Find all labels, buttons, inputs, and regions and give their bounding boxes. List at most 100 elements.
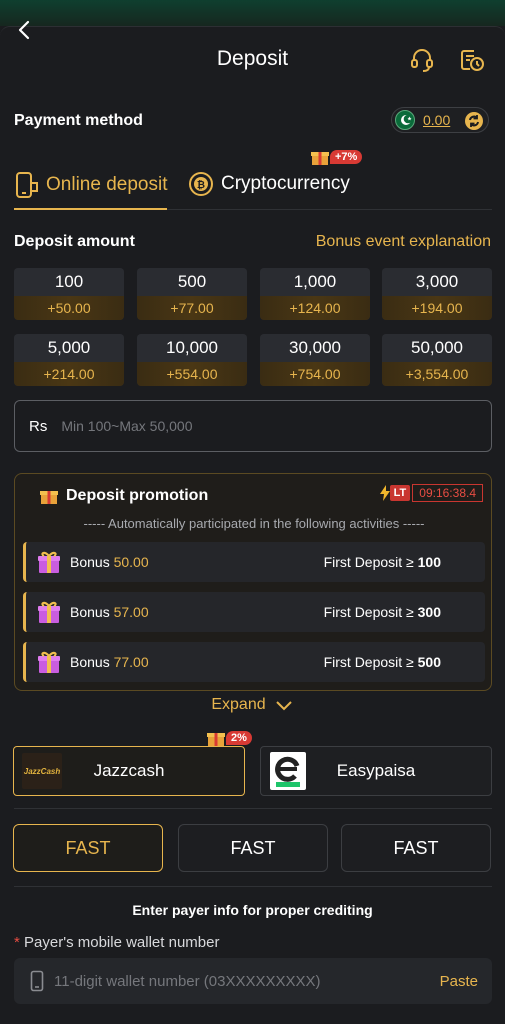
required-mark: * [14, 934, 20, 951]
svg-text:₿: ₿ [197, 179, 205, 191]
amount-option[interactable]: 500 +77.00 [137, 268, 247, 320]
divider [14, 886, 492, 887]
amount-bonus: +124.00 [260, 296, 370, 320]
condition-text: First Deposit ≥ [323, 604, 414, 620]
amount-value: 50,000 [382, 334, 492, 362]
payer-info-note: Enter payer info for proper crediting [132, 902, 373, 918]
bonus-value: 77.00 [113, 654, 149, 670]
bonus-value: 57.00 [113, 604, 149, 620]
amount-option[interactable]: 3,000 +194.00 [382, 268, 492, 320]
phone-icon [30, 970, 44, 992]
condition-text: First Deposit ≥ [323, 554, 414, 570]
jazzcash-bonus-percent: 2% [226, 731, 252, 745]
fast-option-2[interactable]: FAST [178, 824, 328, 872]
gift-icon [311, 152, 329, 165]
amount-option[interactable]: 100 +50.00 [14, 268, 124, 320]
wallet-number-label-text: Payer's mobile wallet number [24, 934, 220, 951]
amount-value: 30,000 [260, 334, 370, 362]
amount-value: 3,000 [382, 268, 492, 296]
bonus-label: Bonus [70, 654, 110, 670]
gift-icon [207, 733, 225, 746]
gift-box-icon [38, 601, 60, 623]
channel-name: Jazzcash [93, 761, 165, 780]
condition-threshold: 100 [417, 554, 441, 570]
pakistan-flag-icon [395, 110, 415, 130]
wallet-number-label: * Payer's mobile wallet number [14, 934, 219, 951]
gift-icon [40, 491, 58, 504]
amount-bonus: +554.00 [137, 362, 247, 386]
deposit-tabs: Online deposit ₿ Cryptocurrency [14, 160, 492, 210]
channel-jazzcash[interactable]: JazzCash Jazzcash [13, 746, 245, 796]
promotion-title-text: Deposit promotion [66, 487, 209, 504]
auto-participate-note: ----- Automatically participated in the … [83, 516, 425, 531]
amount-value: 500 [137, 268, 247, 296]
condition-threshold: 300 [417, 604, 441, 620]
fast-option-1[interactable]: FAST [13, 824, 163, 872]
gift-box-icon [38, 651, 60, 673]
amount-bonus: +3,554.00 [382, 362, 492, 386]
fast-option-3[interactable]: FAST [341, 824, 491, 872]
promotion-row: Bonus 57.00 First Deposit ≥ 300 [23, 592, 485, 632]
amount-bonus: +754.00 [260, 362, 370, 386]
wallet-number-field[interactable]: Paste [14, 958, 492, 1004]
bitcoin-icon: ₿ [189, 172, 213, 196]
amount-input[interactable] [61, 418, 442, 434]
refresh-icon[interactable] [464, 111, 484, 131]
phone-icon [16, 172, 38, 198]
amount-option[interactable]: 10,000 +554.00 [137, 334, 247, 386]
deposit-promotion-panel: Deposit promotion LT 09:16:38.4 ----- Au… [14, 473, 492, 691]
amount-option[interactable]: 50,000 +3,554.00 [382, 334, 492, 386]
crypto-bonus-badge: +7% [310, 148, 363, 166]
promotion-condition: First Deposit ≥ 100 [324, 554, 441, 570]
jazzcash-bonus-badge: 2% [206, 728, 252, 748]
tab-online-deposit-label: Online deposit [46, 174, 168, 195]
amount-field[interactable]: Rs [14, 400, 492, 452]
amount-value: 100 [14, 268, 124, 296]
tab-cryptocurrency[interactable]: ₿ Cryptocurrency [188, 168, 350, 208]
gift-box-icon [38, 551, 60, 573]
headset-icon [411, 49, 433, 72]
history-button[interactable] [458, 46, 486, 74]
back-button[interactable] [14, 20, 34, 40]
amount-bonus: +214.00 [14, 362, 124, 386]
amount-value: 1,000 [260, 268, 370, 296]
bonus-event-link[interactable]: Bonus event explanation [316, 233, 491, 251]
amount-value: 10,000 [137, 334, 247, 362]
lt-badge: LT [389, 485, 411, 501]
channel-easypaisa[interactable]: Easypaisa [260, 746, 492, 796]
deposit-amount-label: Deposit amount [14, 233, 135, 250]
condition-threshold: 500 [417, 654, 441, 670]
promotion-timer: LT 09:16:38.4 [379, 484, 483, 502]
expand-button[interactable]: Expand [0, 696, 505, 714]
amount-option[interactable]: 5,000 +214.00 [14, 334, 124, 386]
bonus-label: Bonus [70, 604, 110, 620]
amount-bonus: +77.00 [137, 296, 247, 320]
top-strip [0, 0, 505, 26]
promotion-condition: First Deposit ≥ 500 [324, 654, 441, 670]
balance-pill[interactable]: 0.00 [391, 107, 489, 133]
expand-label: Expand [211, 696, 266, 713]
promotion-row: Bonus 50.00 First Deposit ≥ 100 [23, 542, 485, 582]
tab-online-deposit[interactable]: Online deposit [14, 168, 168, 210]
amount-option[interactable]: 30,000 +754.00 [260, 334, 370, 386]
balance-value: 0.00 [423, 112, 451, 128]
promotion-condition: First Deposit ≥ 300 [324, 604, 441, 620]
paste-button[interactable]: Paste [440, 973, 478, 990]
crypto-bonus-percent: +7% [330, 150, 363, 164]
promotion-row: Bonus 77.00 First Deposit ≥ 500 [23, 642, 485, 682]
wallet-number-input[interactable] [54, 972, 414, 990]
support-button[interactable] [408, 46, 436, 74]
amount-option[interactable]: 1,000 +124.00 [260, 268, 370, 320]
bonus-value: 50.00 [113, 554, 149, 570]
promotion-bonus: Bonus 77.00 [70, 654, 149, 670]
chevron-left-icon [18, 20, 30, 40]
promotion-bonus: Bonus 50.00 [70, 554, 149, 570]
history-icon [461, 50, 484, 71]
bonus-label: Bonus [70, 554, 110, 570]
chevron-down-icon [275, 701, 292, 711]
amount-bonus: +194.00 [382, 296, 492, 320]
amount-bonus: +50.00 [14, 296, 124, 320]
tab-cryptocurrency-label: Cryptocurrency [221, 173, 350, 194]
divider [14, 808, 492, 809]
currency-label: Rs [29, 417, 48, 435]
